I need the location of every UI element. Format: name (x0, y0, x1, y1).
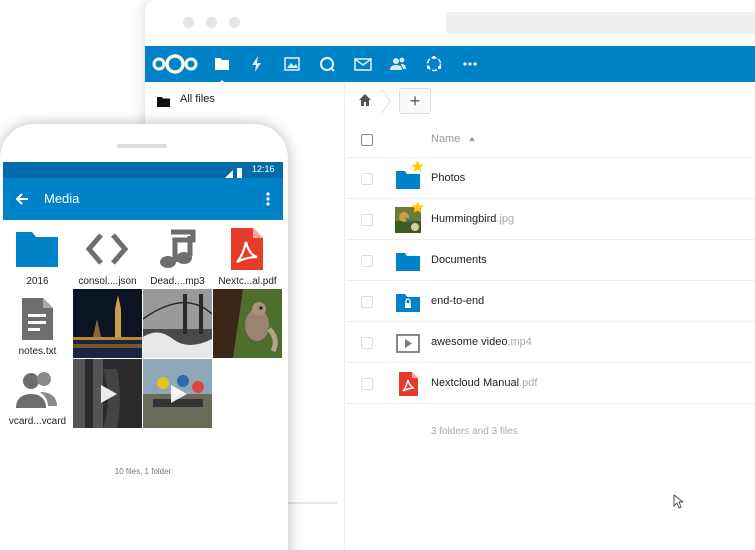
file-row[interactable]: awesome video.mp4 (347, 322, 755, 363)
sidebar-item-label: All files (180, 93, 215, 105)
browser-chrome (145, 0, 755, 46)
file-checkbox[interactable] (361, 378, 373, 390)
code-icon (84, 226, 130, 272)
mail-icon[interactable] (353, 54, 373, 74)
pdf-file-icon (395, 371, 421, 397)
phone-speaker (117, 144, 167, 148)
file-checkbox[interactable] (361, 296, 373, 308)
file-row[interactable]: Hummingbird.jpg (347, 199, 755, 240)
grid-item-label: Nextc...al.pdf (218, 276, 277, 287)
sort-ascending-icon (469, 137, 475, 141)
talk-icon[interactable] (317, 54, 337, 74)
encrypted-folder-icon (395, 289, 421, 315)
phone-screen: 12:16 Media 2016 consol....json Dead....… (3, 162, 283, 550)
files-content: + Name Photos Hummingbird.jpg Documents … (347, 82, 755, 550)
file-row[interactable]: end-to-end (347, 281, 755, 322)
activity-icon[interactable] (247, 54, 267, 74)
home-icon[interactable] (357, 92, 373, 108)
new-file-button[interactable]: + (399, 88, 431, 114)
grid-item-label: notes.txt (18, 346, 57, 357)
file-name[interactable]: Hummingbird.jpg (431, 213, 514, 225)
sidebar-footer-divider (285, 502, 337, 504)
file-checkbox[interactable] (361, 337, 373, 349)
file-checkbox[interactable] (361, 173, 373, 185)
grid-item-file[interactable]: consol....json (73, 224, 142, 293)
contacts-icon (14, 366, 60, 412)
page-title: Media (44, 191, 80, 206)
grid-item-label: Dead....mp3 (150, 276, 205, 287)
file-checkbox[interactable] (361, 214, 373, 226)
mobile-phone: 12:16 Media 2016 consol....json Dead....… (0, 124, 288, 550)
image-thumbnail[interactable] (143, 289, 212, 358)
pdf-icon (224, 226, 270, 272)
window-close-dot[interactable] (183, 17, 194, 28)
video-file-icon (395, 330, 421, 356)
file-row[interactable]: Documents (347, 240, 755, 281)
breadcrumb: + (347, 82, 755, 120)
app-bar: Media (3, 178, 283, 220)
grid-item-file[interactable]: vcard...vcard (3, 364, 72, 433)
favorite-star-icon (411, 201, 424, 214)
grid-item-file[interactable]: Dead....mp3 (143, 224, 212, 293)
music-icon (154, 226, 200, 272)
file-list-summary: 3 folders and 3 files (431, 426, 518, 437)
text-file-icon (14, 296, 60, 342)
favorite-star-icon (411, 160, 424, 173)
address-bar[interactable] (446, 12, 755, 34)
grid-item-label: vcard...vcard (8, 416, 67, 427)
file-list-header: Name (347, 120, 755, 158)
window-maximize-dot[interactable] (229, 17, 240, 28)
phone-file-summary: 10 files, 1 folder (114, 467, 172, 476)
mouse-cursor-icon (673, 494, 685, 509)
breadcrumb-separator (381, 88, 391, 114)
circles-icon[interactable] (424, 54, 444, 74)
image-thumbnail[interactable] (73, 289, 142, 358)
file-name[interactable]: Documents (431, 254, 487, 266)
grid-item-file[interactable]: Nextc...al.pdf (213, 224, 282, 293)
gallery-icon[interactable] (282, 54, 302, 74)
folder-icon (14, 226, 60, 272)
grid-item-folder[interactable]: 2016 (3, 224, 72, 293)
grid-item-label: consol....json (78, 276, 137, 287)
grid-item-label: 2016 (26, 276, 49, 287)
more-apps-icon[interactable] (460, 54, 480, 74)
folder-icon (395, 248, 421, 274)
file-row[interactable]: Nextcloud Manual.pdf (347, 363, 755, 404)
grid-item-file[interactable]: notes.txt (3, 294, 72, 363)
folder-icon (157, 94, 170, 107)
nextcloud-logo[interactable] (151, 53, 199, 75)
file-name[interactable]: Nextcloud Manual.pdf (431, 377, 537, 389)
select-all-checkbox[interactable] (361, 134, 373, 146)
file-row[interactable]: Photos (347, 158, 755, 199)
status-time: 12:16 (252, 164, 275, 174)
contacts-icon[interactable] (388, 54, 408, 74)
file-checkbox[interactable] (361, 255, 373, 267)
name-column-header[interactable]: Name (431, 133, 460, 145)
back-arrow-icon[interactable] (13, 190, 31, 208)
overflow-menu-icon[interactable] (262, 190, 274, 208)
video-thumbnail[interactable] (73, 359, 142, 428)
video-thumbnail[interactable] (143, 359, 212, 428)
file-name[interactable]: Photos (431, 172, 465, 184)
nextcloud-header (145, 46, 755, 85)
files-icon[interactable] (212, 54, 232, 85)
window-minimize-dot[interactable] (206, 17, 217, 28)
file-name[interactable]: awesome video.mp4 (431, 336, 532, 348)
image-thumbnail[interactable] (213, 289, 282, 358)
status-bar: 12:16 (3, 162, 283, 178)
signal-battery-icon (225, 165, 243, 178)
file-name[interactable]: end-to-end (431, 295, 484, 307)
sidebar-item-all-files[interactable]: All files (145, 88, 345, 112)
